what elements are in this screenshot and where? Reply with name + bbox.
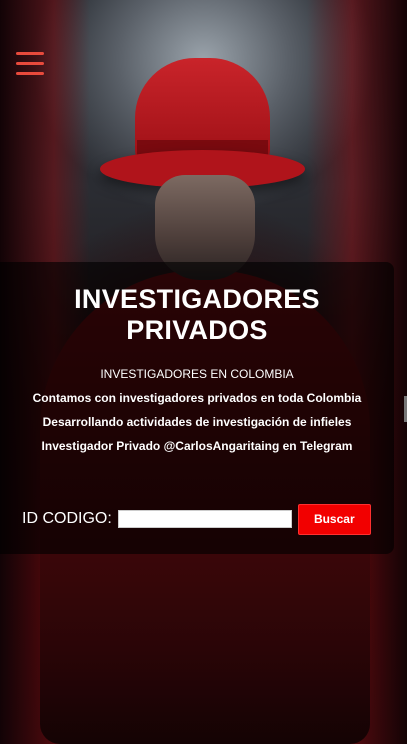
menu-bar xyxy=(16,62,44,65)
hero-line: INVESTIGADORES EN COLOMBIA xyxy=(100,367,294,381)
hero-line: Investigador Privado @CarlosAngaritaing … xyxy=(41,439,353,453)
id-codigo-input[interactable] xyxy=(117,510,292,528)
menu-bar xyxy=(16,72,44,75)
search-button[interactable]: Buscar xyxy=(297,503,371,535)
hamburger-menu-icon[interactable] xyxy=(16,52,44,76)
id-codigo-label: ID CODIGO: xyxy=(22,510,112,527)
page-title: INVESTIGADORES PRIVADOS xyxy=(74,284,320,345)
menu-bar xyxy=(16,52,44,55)
hero-panel: INVESTIGADORES PRIVADOS INVESTIGADORES E… xyxy=(0,262,394,554)
hero-text-lines: INVESTIGADORES EN COLOMBIA Contamos con … xyxy=(0,362,394,458)
hero-line: Contamos con investigadores privados en … xyxy=(32,391,362,405)
search-form: ID CODIGO: Buscar xyxy=(22,502,382,536)
hero-line: Desarrollando actividades de investigaci… xyxy=(42,415,352,429)
